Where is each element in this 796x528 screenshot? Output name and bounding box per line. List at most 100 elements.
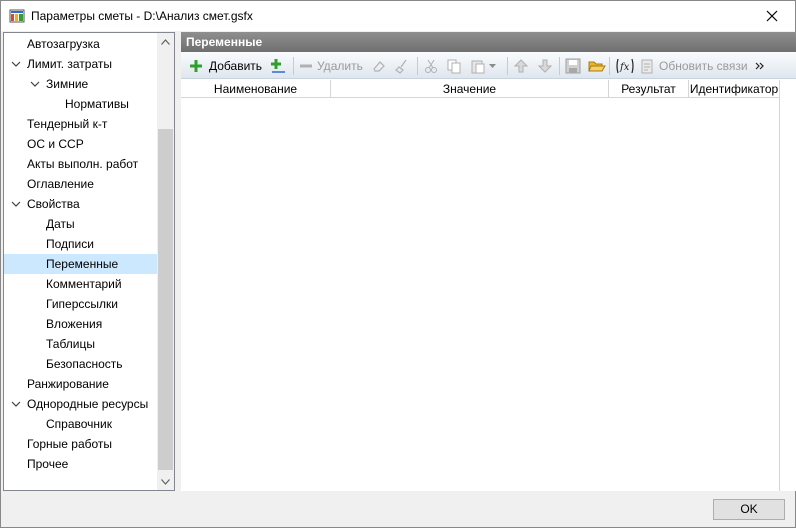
chevron-up-icon xyxy=(161,38,170,45)
tree-item[interactable]: Однородные ресурсы xyxy=(4,394,158,414)
tree-item-label: Автозагрузка xyxy=(27,37,100,51)
move-down-button[interactable] xyxy=(538,56,552,76)
column-header-name[interactable]: Наименование xyxy=(181,80,331,98)
column-header-value[interactable]: Значение xyxy=(331,80,609,98)
tree-item-label: Безопасность xyxy=(46,357,123,371)
ok-button[interactable]: OK xyxy=(713,499,785,520)
refresh-links-icon xyxy=(641,59,653,74)
variables-panel: Переменные Добавить Удалить fx Обновить … xyxy=(181,32,796,491)
scroll-thumb[interactable] xyxy=(158,129,173,470)
save-button[interactable] xyxy=(565,56,581,76)
add-child-button[interactable] xyxy=(269,56,287,76)
move-up-button[interactable] xyxy=(514,56,528,76)
tree-item-label: Вложения xyxy=(46,317,103,331)
tree-item[interactable]: Лимит. затраты xyxy=(4,54,158,74)
tree-item-label: Однородные ресурсы xyxy=(27,397,149,411)
tree-item-label: Акты выполн. работ xyxy=(27,157,139,171)
close-button[interactable] xyxy=(749,1,795,31)
add-label: Добавить xyxy=(209,59,263,73)
paste-icon xyxy=(471,60,485,74)
tree-item-label: Таблицы xyxy=(46,337,96,351)
tree-item[interactable]: Гиперссылки xyxy=(4,294,158,314)
tree-item[interactable]: Прочее xyxy=(4,454,158,474)
app-icon xyxy=(9,9,25,23)
window-title: Параметры сметы - D:\Анализ смет.gsfx xyxy=(31,9,253,23)
function-button[interactable]: fx xyxy=(615,56,635,76)
tree-item[interactable]: ОС и ССР xyxy=(4,134,158,154)
tree-item[interactable]: Акты выполн. работ xyxy=(4,154,158,174)
chevron-down-icon xyxy=(161,478,170,485)
tree-item[interactable]: Справочник xyxy=(4,414,158,434)
function-fx-icon: fx xyxy=(616,58,634,74)
toolbar: Добавить Удалить fx Обновить связи xyxy=(181,52,796,79)
tree-item[interactable]: Безопасность xyxy=(4,354,158,374)
tree-item-label: Комментарий xyxy=(46,277,122,291)
folder-open-icon xyxy=(588,61,606,72)
paste-button[interactable] xyxy=(470,56,496,76)
tree-item[interactable]: Даты xyxy=(4,214,158,234)
open-button[interactable] xyxy=(588,56,606,76)
tree-item-label: Ранжирование xyxy=(27,377,109,391)
plus-icon xyxy=(190,60,202,72)
chevron-down-icon[interactable] xyxy=(30,80,40,88)
tree-item-label: Подписи xyxy=(46,237,94,251)
title-bar: Параметры сметы - D:\Анализ смет.gsfx xyxy=(1,1,795,31)
chevron-down-icon[interactable] xyxy=(11,200,21,208)
scissors-icon xyxy=(425,59,437,73)
tree-item[interactable]: Горные работы xyxy=(4,434,158,454)
dropdown-arrow-icon xyxy=(489,64,496,68)
tree-item[interactable]: Оглавление xyxy=(4,174,158,194)
copy-button[interactable] xyxy=(446,56,462,76)
tree-item-label: Гиперссылки xyxy=(46,297,118,311)
tree-item[interactable]: Свойства xyxy=(4,194,158,214)
copy-icon xyxy=(447,59,461,74)
tree-item[interactable]: Переменные xyxy=(4,254,158,274)
delete-label: Удалить xyxy=(317,59,363,73)
refresh-links-button[interactable]: Обновить связи xyxy=(639,56,748,76)
toolbar-separator xyxy=(507,57,508,75)
dialog-window: Параметры сметы - D:\Анализ смет.gsfx Ав… xyxy=(0,0,796,528)
minus-icon xyxy=(300,64,312,68)
tree-item[interactable]: Ранжирование xyxy=(4,374,158,394)
tree-item[interactable]: Подписи xyxy=(4,234,158,254)
tree-scrollbar[interactable] xyxy=(157,33,174,490)
chevron-down-icon[interactable] xyxy=(11,400,21,408)
tree-item-label: Прочее xyxy=(27,457,69,471)
tree-item[interactable]: Вложения xyxy=(4,314,158,334)
tree-item-label: Переменные xyxy=(46,257,119,271)
settings-tree[interactable]: Автозагрузка Лимит. затраты Зимние Норматив… xyxy=(3,32,175,491)
variables-grid[interactable] xyxy=(181,98,779,491)
toolbar-separator xyxy=(609,57,610,75)
tree-item-label: Свойства xyxy=(27,197,80,211)
eraser-icon xyxy=(373,61,385,72)
arrow-up-icon xyxy=(514,59,528,73)
column-header-identifier[interactable]: Идентификатор xyxy=(689,80,779,98)
double-chevron-right-icon xyxy=(755,62,764,70)
tree-item[interactable]: Нормативы xyxy=(4,94,158,114)
tree-item[interactable]: Таблицы xyxy=(4,334,158,354)
toolbar-separator xyxy=(293,57,294,75)
tree-item[interactable]: Автозагрузка xyxy=(4,34,158,54)
scroll-up-button[interactable] xyxy=(157,33,174,50)
arrow-down-icon xyxy=(538,59,552,73)
clear-format-button[interactable] xyxy=(395,56,411,76)
tree-item-label: Тендерный к-т xyxy=(27,117,108,131)
tree-item[interactable]: Комментарий xyxy=(4,274,158,294)
floppy-disk-icon xyxy=(565,58,581,74)
column-header-result[interactable]: Результат xyxy=(609,80,689,98)
tree-item[interactable]: Зимние xyxy=(4,74,158,94)
chevron-down-icon[interactable] xyxy=(11,60,21,68)
close-icon xyxy=(766,10,778,22)
scroll-down-button[interactable] xyxy=(157,473,174,490)
tree-item-label: Зимние xyxy=(46,77,89,91)
tree-item-label: Лимит. затраты xyxy=(27,57,112,71)
cut-button[interactable] xyxy=(423,56,439,76)
dialog-footer: OK xyxy=(1,491,795,527)
add-child-icon xyxy=(271,59,285,73)
add-button[interactable]: Добавить xyxy=(189,56,262,76)
delete-button[interactable]: Удалить xyxy=(299,56,363,76)
panel-title: Переменные xyxy=(181,32,796,52)
tree-item[interactable]: Тендерный к-т xyxy=(4,114,158,134)
toolbar-overflow-button[interactable] xyxy=(755,56,765,76)
eraser-button[interactable] xyxy=(371,56,387,76)
